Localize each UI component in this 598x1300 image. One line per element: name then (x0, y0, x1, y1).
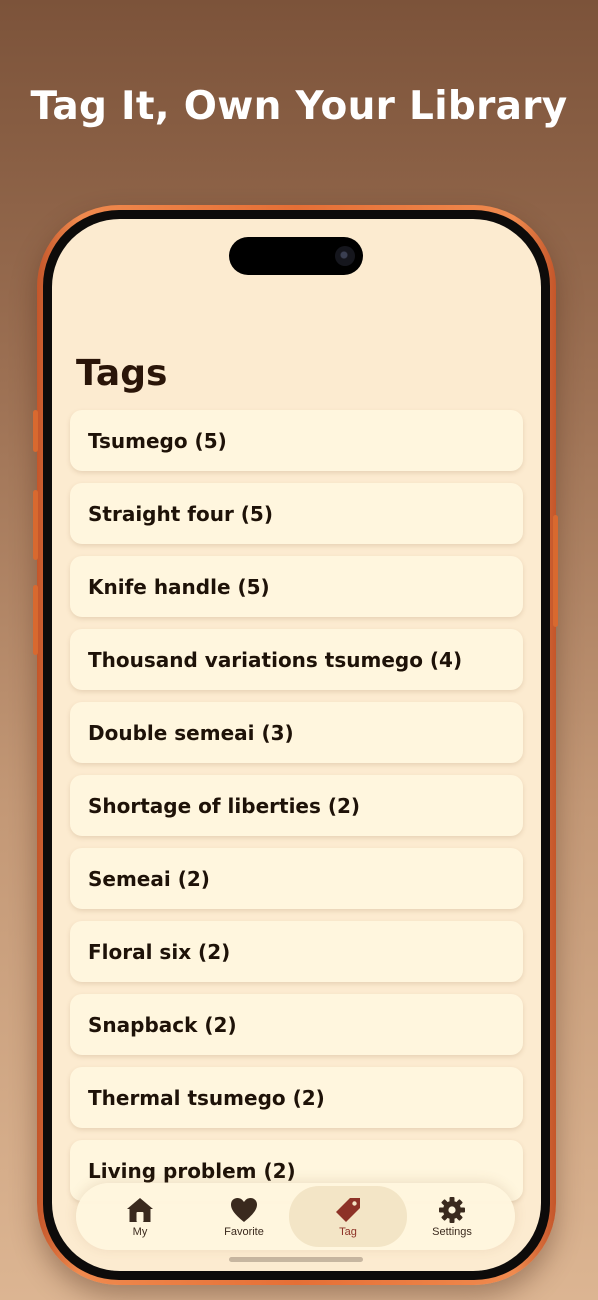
volume-down-button (33, 585, 38, 655)
tag-label: Tsumego (5) (88, 428, 227, 453)
tab-label: Settings (432, 1225, 472, 1238)
house-icon (127, 1197, 153, 1222)
tag-label: Living problem (2) (88, 1158, 296, 1183)
tag-label: Thermal tsumego (2) (88, 1085, 325, 1110)
tag-label: Shortage of liberties (2) (88, 793, 361, 818)
tag-row-semeai[interactable]: Semeai (2) (70, 848, 523, 909)
tag-row-thousand-variations-tsumego[interactable]: Thousand variations tsumego (4) (70, 629, 523, 690)
dynamic-island (229, 237, 363, 275)
tag-row-knife-handle[interactable]: Knife handle (5) (70, 556, 523, 617)
tag-row-double-semeai[interactable]: Double semeai (3) (70, 702, 523, 763)
tag-label: Straight four (5) (88, 501, 273, 526)
tag-row-straight-four[interactable]: Straight four (5) (70, 483, 523, 544)
tag-row-tsumego[interactable]: Tsumego (5) (70, 410, 523, 471)
tag-label: Snapback (2) (88, 1012, 237, 1037)
headline: Tag It, Own Your Library (30, 84, 568, 129)
tab-label: Tag (339, 1225, 357, 1238)
tab-favorite[interactable]: Favorite (185, 1186, 303, 1247)
tag-row-shortage-of-liberties[interactable]: Shortage of liberties (2) (70, 775, 523, 836)
tab-tag[interactable]: Tag (289, 1186, 407, 1247)
tag-label: Thousand variations tsumego (4) (88, 647, 463, 672)
action-button (33, 410, 38, 452)
tag-label: Double semeai (3) (88, 720, 294, 745)
tab-settings[interactable]: Settings (393, 1186, 511, 1247)
tag-row-snapback[interactable]: Snapback (2) (70, 994, 523, 1055)
tag-row-thermal-tsumego[interactable]: Thermal tsumego (2) (70, 1067, 523, 1128)
tab-label: My (132, 1225, 148, 1238)
tab-my[interactable]: My (81, 1186, 199, 1247)
tag-icon (336, 1197, 360, 1222)
tab-label: Favorite (224, 1225, 264, 1238)
heart-icon (231, 1197, 257, 1222)
tag-label: Semeai (2) (88, 866, 210, 891)
tag-label: Floral six (2) (88, 939, 231, 964)
home-indicator (229, 1257, 363, 1262)
tab-bar: My Favorite Tag Settings (76, 1183, 515, 1250)
tag-list: Tsumego (5) Straight four (5) Knife hand… (70, 410, 523, 1213)
volume-up-button (33, 490, 38, 560)
camera-icon (335, 246, 355, 266)
phone-screen: Tags Tsumego (5) Straight four (5) Knife… (52, 219, 541, 1271)
tag-label: Knife handle (5) (88, 574, 270, 599)
power-button (553, 515, 558, 627)
gear-icon (439, 1196, 465, 1223)
page-title: Tags (76, 353, 168, 394)
tag-row-floral-six[interactable]: Floral six (2) (70, 921, 523, 982)
